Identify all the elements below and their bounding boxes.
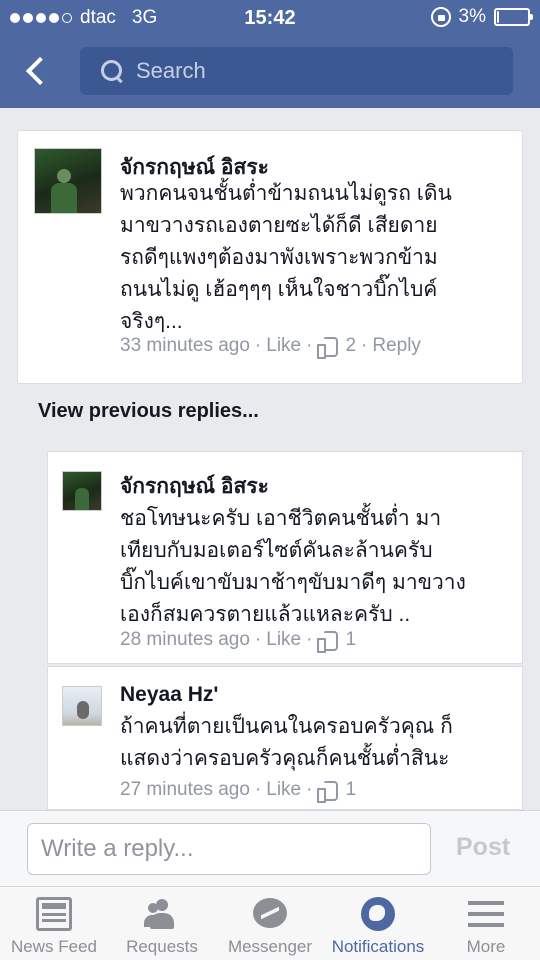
search-bar[interactable] xyxy=(80,47,513,95)
tab-requests[interactable]: Requests xyxy=(108,887,216,960)
battery-percent: 3% xyxy=(458,6,486,27)
search-input[interactable] xyxy=(136,58,496,84)
status-right: 3% xyxy=(430,6,533,28)
tab-more[interactable]: More xyxy=(432,887,540,960)
reply-card: จักรกฤษณ์ อิสระ ชอโทษนะครับ เอาชีวิตคนชั… xyxy=(47,451,523,664)
reply-input[interactable] xyxy=(27,823,431,875)
tab-label: More xyxy=(466,937,506,956)
reply-text: ถ้าคนที่ตายเป็นคนในครอบครัวคุณ ก็ แสดงว่… xyxy=(120,715,453,770)
like-link[interactable]: Like xyxy=(266,335,301,357)
messenger-icon xyxy=(252,897,288,931)
comment-card: จักรกฤษณ์ อิสระ พวกคนจนชั้นต่ำข้ามถนนไม่… xyxy=(17,130,523,384)
tab-label: Requests xyxy=(126,937,198,956)
tab-label: News Feed xyxy=(11,937,97,956)
meta-separator: · xyxy=(254,335,262,356)
back-button[interactable] xyxy=(18,52,58,92)
meta-separator: · xyxy=(254,779,262,800)
friend-requests-icon xyxy=(144,897,180,931)
tab-messenger[interactable]: Messenger xyxy=(216,887,324,960)
comment-timestamp: 33 minutes ago xyxy=(120,335,250,356)
tab-label: Notifications xyxy=(331,937,425,956)
meta-separator: · xyxy=(306,335,313,356)
avatar[interactable] xyxy=(34,148,102,214)
like-count: 2 xyxy=(345,335,357,356)
like-link[interactable]: Like xyxy=(266,779,301,801)
menu-icon xyxy=(468,897,504,931)
avatar[interactable] xyxy=(62,686,102,726)
thumbs-up-icon xyxy=(317,630,339,653)
battery-icon xyxy=(494,8,533,26)
meta-separator: · xyxy=(306,629,313,650)
reply-link[interactable]: Reply xyxy=(372,335,421,357)
globe-icon xyxy=(360,897,396,931)
search-icon xyxy=(100,59,124,83)
reply-author[interactable]: Neyaa Hz' xyxy=(120,683,218,707)
reply-card: Neyaa Hz' ถ้าคนที่ตายเป็นคนในครอบครัวคุณ… xyxy=(47,666,523,810)
like-link[interactable]: Like xyxy=(266,629,301,651)
tab-bar: News Feed Requests Messenger Notificatio… xyxy=(0,886,540,960)
meta-separator: · xyxy=(306,779,313,800)
like-count: 1 xyxy=(345,629,357,650)
like-count: 1 xyxy=(345,779,357,800)
reply-meta: 28 minutes ago · Like · 1 xyxy=(120,629,357,653)
rotation-lock-icon xyxy=(430,7,451,27)
app-header: dtac 3G 15:42 3% xyxy=(0,0,540,108)
view-previous-replies-link[interactable]: View previous replies... xyxy=(38,400,259,423)
meta-separator: · xyxy=(254,629,262,650)
reply-author[interactable]: จักรกฤษณ์ อิสระ xyxy=(120,470,269,503)
reply-composer: Post xyxy=(0,810,540,886)
meta-separator: · xyxy=(361,335,368,356)
thumbs-up-icon xyxy=(317,336,339,359)
reply-meta: 27 minutes ago · Like · 1 xyxy=(120,779,357,803)
avatar[interactable] xyxy=(62,471,102,511)
comment-text: พวกคนจนชั้นต่ำข้ามถนนไม่ดูรถ เดิน มาขวาง… xyxy=(120,182,452,333)
battery-level-fill xyxy=(497,11,499,23)
thumbs-up-icon xyxy=(317,780,339,803)
reply-timestamp: 27 minutes ago xyxy=(120,779,250,800)
reply-timestamp: 28 minutes ago xyxy=(120,629,250,650)
news-feed-icon xyxy=(36,897,72,931)
tab-news-feed[interactable]: News Feed xyxy=(0,887,108,960)
comment-meta: 33 minutes ago · Like · 2 · Reply xyxy=(120,335,421,359)
reply-text: ชอโทษนะครับ เอาชีวิตคนชั้นต่ำ มา เทียบกั… xyxy=(120,507,466,626)
tab-label: Messenger xyxy=(227,937,313,956)
post-button[interactable]: Post xyxy=(456,833,510,862)
status-bar: dtac 3G 15:42 3% xyxy=(0,0,540,38)
tab-notifications[interactable]: Notifications xyxy=(324,887,432,960)
